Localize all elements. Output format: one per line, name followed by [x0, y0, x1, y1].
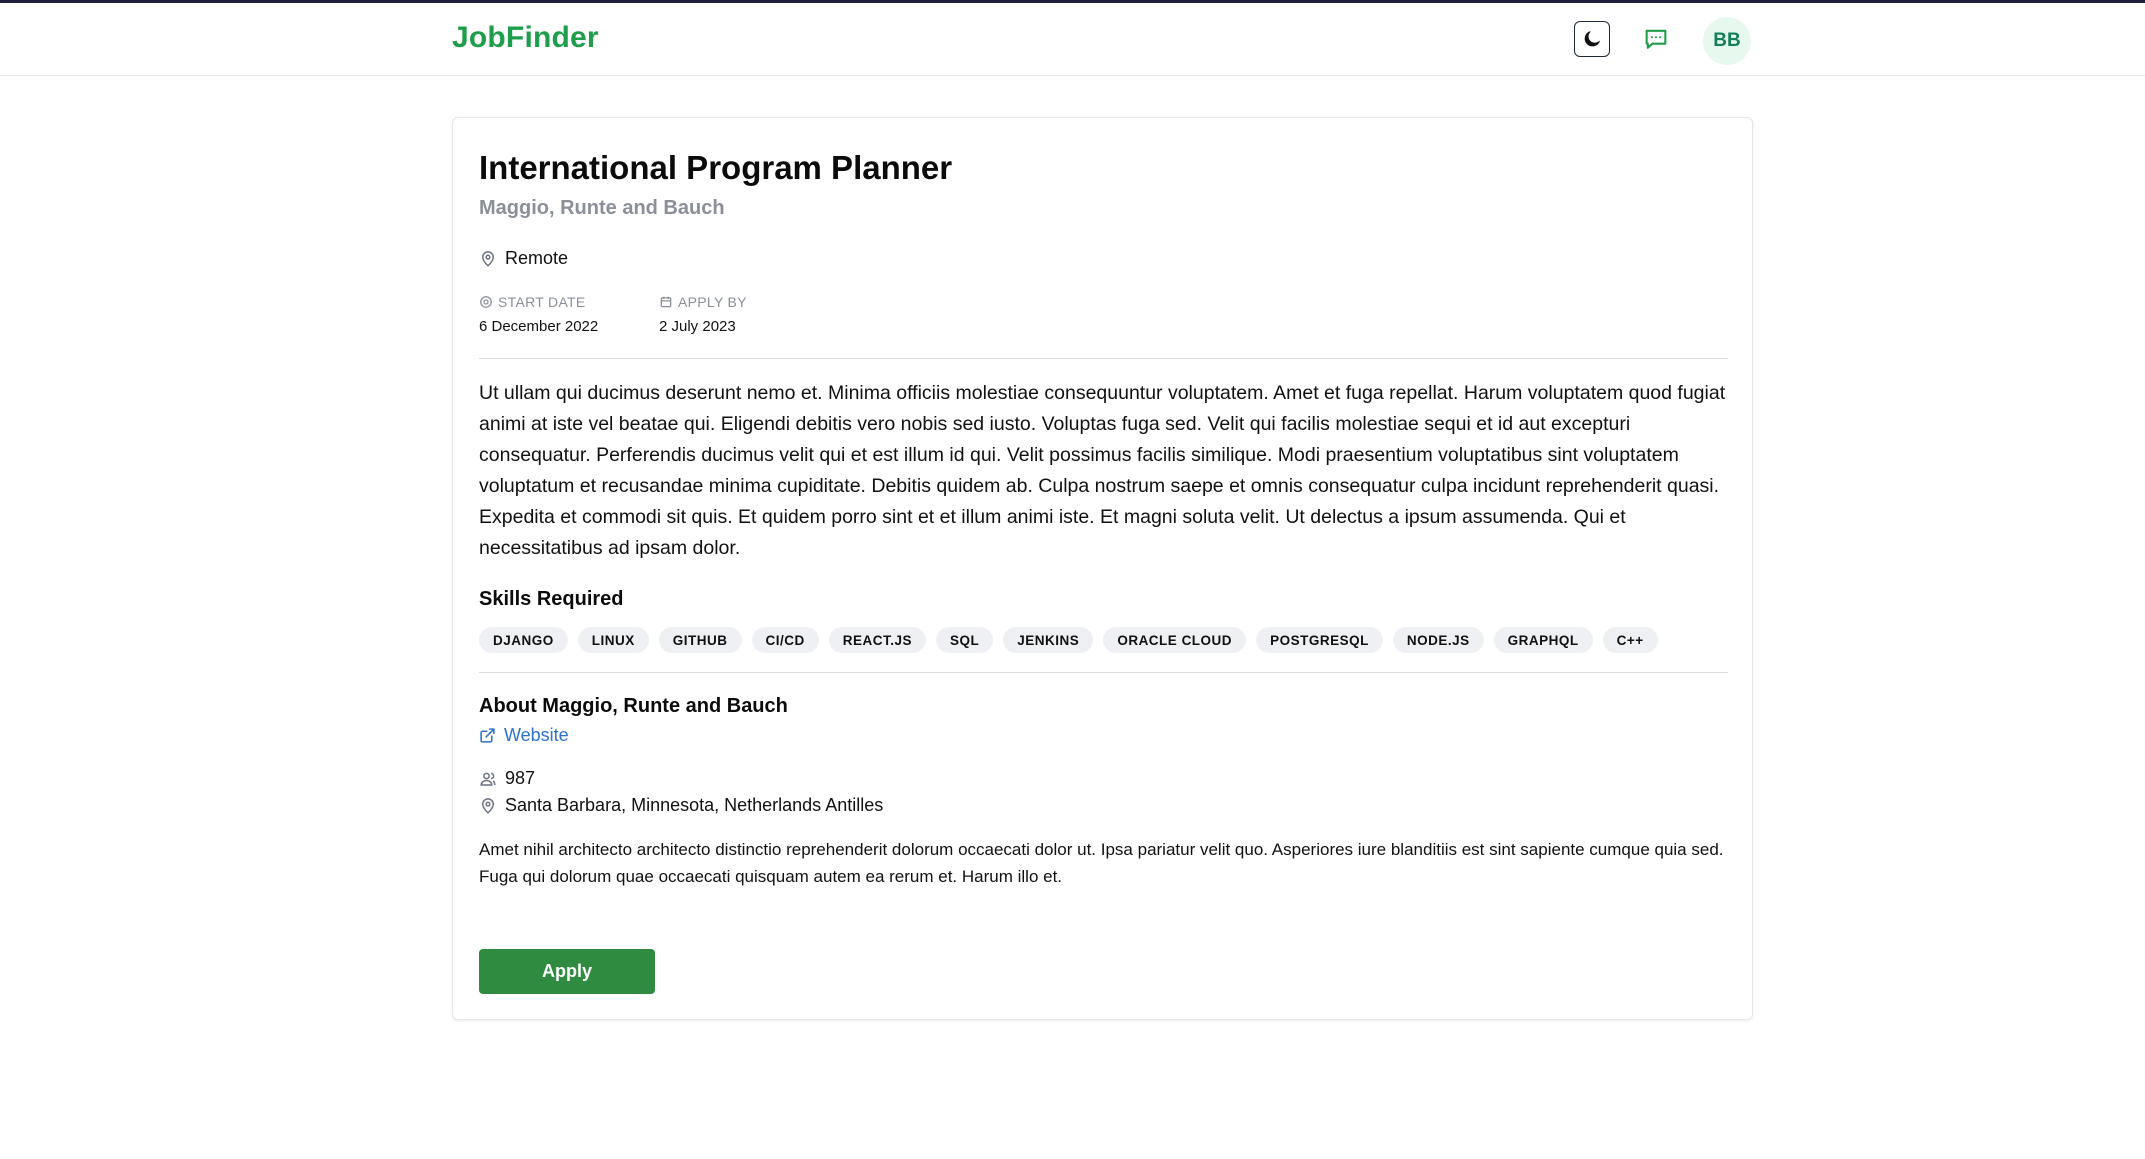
skill-tag: SQL — [936, 627, 994, 653]
website-label: Website — [504, 725, 569, 745]
job-detail-card: International Program Planner Maggio, Ru… — [452, 117, 1753, 1020]
map-pin-icon — [479, 797, 497, 815]
map-pin-icon — [479, 250, 497, 268]
skills-heading: Skills Required — [479, 588, 624, 610]
users-icon — [479, 770, 497, 788]
company-address-text: Santa Barbara, Minnesota, Netherlands An… — [505, 795, 884, 815]
start-date: START DATE 6 December 2022 — [479, 294, 598, 335]
brand-logo[interactable]: JobFinder — [452, 21, 599, 55]
job-location: Remote — [479, 248, 568, 269]
theme-toggle-button[interactable] — [1574, 21, 1610, 57]
divider — [479, 672, 1728, 673]
about-company-heading: About Maggio, Runte and Bauch — [479, 695, 788, 717]
skill-tag: C++ — [1602, 627, 1658, 653]
job-description: Ut ullam qui ducimus deserunt nemo et. M… — [479, 382, 1726, 559]
company-description: Amet nihil architecto architecto distinc… — [479, 840, 1724, 886]
skill-tag: GITHUB — [658, 627, 742, 653]
company-website-link[interactable]: Website — [479, 725, 569, 746]
skill-tag: NODE.JS — [1392, 627, 1484, 653]
company-address: Santa Barbara, Minnesota, Netherlands An… — [479, 795, 883, 816]
skill-tag: LINUX — [577, 627, 649, 653]
start-date-label: START DATE — [498, 294, 586, 310]
skill-tag: DJANGO — [479, 627, 568, 653]
divider — [479, 358, 1728, 359]
moon-icon — [1581, 28, 1603, 50]
skill-tag: JENKINS — [1003, 627, 1094, 653]
skill-tag: POSTGRESQL — [1256, 627, 1383, 653]
external-link-icon — [479, 727, 496, 744]
company-employees: 987 — [479, 768, 535, 789]
skill-tag: CI/CD — [751, 627, 819, 653]
skill-tag: ORACLE CLOUD — [1103, 627, 1247, 653]
messages-button[interactable] — [1638, 21, 1674, 57]
apply-by-value: 2 July 2023 — [659, 318, 736, 335]
skill-tag: GRAPHQL — [1493, 627, 1593, 653]
user-avatar[interactable]: BB — [1703, 17, 1751, 65]
job-title: International Program Planner — [479, 149, 953, 186]
company-name: Maggio, Runte and Bauch — [479, 197, 725, 219]
apply-by-date: APPLY BY 2 July 2023 — [659, 294, 747, 335]
navbar: JobFinder BB — [0, 3, 2145, 76]
skill-tag: REACT.JS — [828, 627, 927, 653]
apply-by-label: APPLY BY — [678, 294, 747, 310]
apply-button[interactable]: Apply — [479, 949, 655, 994]
job-location-text: Remote — [505, 248, 569, 268]
start-date-value: 6 December 2022 — [479, 318, 599, 335]
employee-count: 987 — [505, 768, 536, 788]
target-icon — [479, 295, 493, 309]
chat-icon — [1642, 25, 1670, 53]
calendar-icon — [659, 295, 673, 309]
skills-list: DJANGO LINUX GITHUB CI/CD REACT.JS SQL J… — [479, 627, 1658, 653]
